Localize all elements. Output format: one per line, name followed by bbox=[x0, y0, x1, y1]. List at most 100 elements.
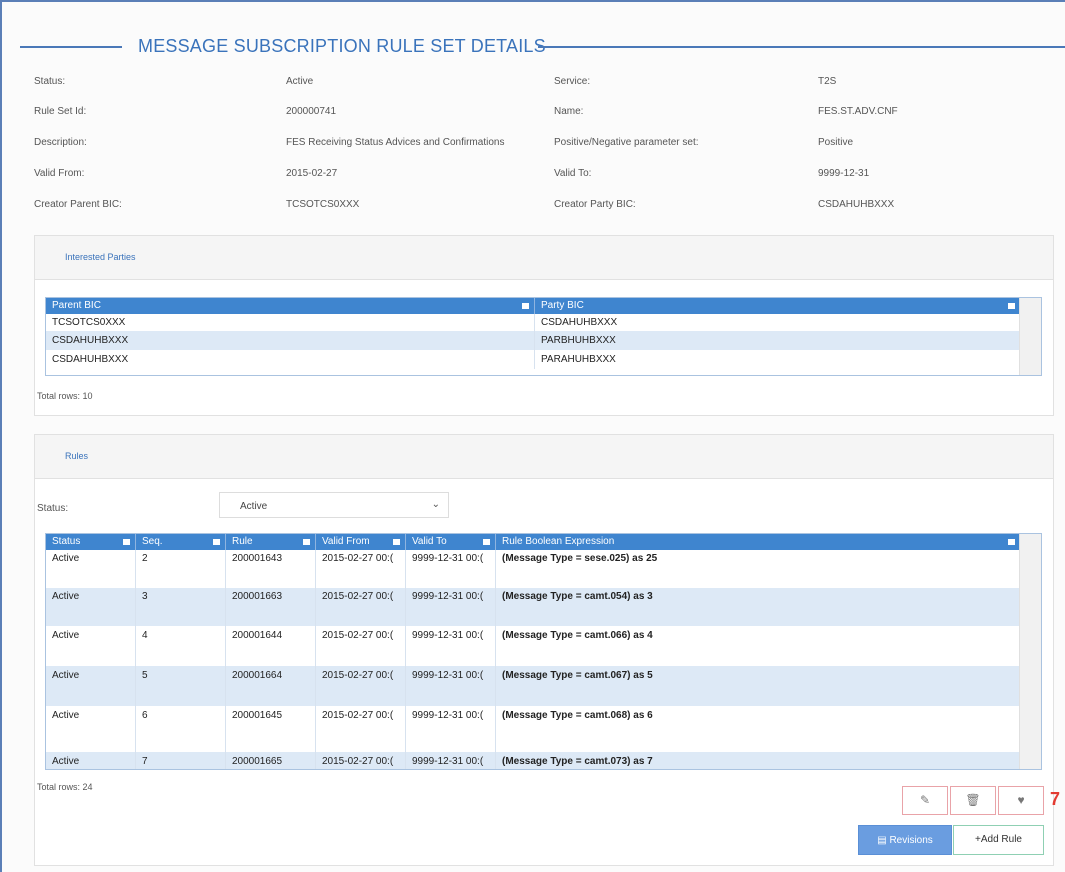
cell-seq: 4 bbox=[136, 626, 226, 666]
cell-valid-to: 9999-12-31 00:( bbox=[406, 666, 496, 706]
cell-valid-from: 2015-02-27 00:( bbox=[316, 550, 406, 588]
column-header-seq[interactable]: Seq. bbox=[136, 534, 226, 550]
cell-party-bic: PARAHUHBXXX bbox=[535, 350, 1021, 369]
column-menu-icon[interactable] bbox=[1008, 539, 1015, 545]
cell-valid-to: 9999-12-31 00:( bbox=[406, 588, 496, 626]
column-header-rule[interactable]: Rule bbox=[226, 534, 316, 550]
detail-row: Creator Parent BIC: TCSOTCS0XXX Creator … bbox=[34, 199, 1044, 215]
detail-value: CSDAHUHBXXX bbox=[818, 199, 895, 210]
table-row[interactable]: Active 6 200001645 2015-02-27 00:( 9999-… bbox=[46, 706, 1021, 752]
cell-status: Active bbox=[46, 706, 136, 752]
column-header-party-bic[interactable]: Party BIC bbox=[535, 298, 1021, 314]
table-row[interactable]: TCSOTCS0XXX CSDAHUHBXXX bbox=[46, 314, 1021, 331]
cell-rule-expression: (Message Type = camt.054) as 3 bbox=[496, 588, 1021, 626]
table-row[interactable]: Active 4 200001644 2015-02-27 00:( 9999-… bbox=[46, 626, 1021, 666]
rules-grid[interactable]: Status Seq. Rule Valid From Valid To Rul… bbox=[45, 533, 1042, 770]
revisions-button[interactable]: ▤ Revisions bbox=[858, 825, 952, 855]
detail-value: Positive bbox=[818, 137, 854, 148]
page-title-row: MESSAGE SUBSCRIPTION RULE SET DETAILS bbox=[20, 36, 1065, 58]
cell-valid-to: 9999-12-31 00:( bbox=[406, 626, 496, 666]
total-rows-label: Total rows: 24 bbox=[37, 782, 93, 792]
detail-label: Creator Party BIC: bbox=[554, 199, 636, 210]
cell-rule-expression: (Message Type = camt.073) as 7 bbox=[496, 752, 1021, 769]
delete-button[interactable]: 🗑 bbox=[950, 786, 996, 815]
detail-label: Positive/Negative parameter set: bbox=[554, 137, 699, 148]
detail-row: Rule Set Id: 200000741 Name: FES.ST.ADV.… bbox=[34, 106, 1044, 122]
cell-rule: 200001664 bbox=[226, 666, 316, 706]
cell-parent-bic: CSDAHUHBXXX bbox=[46, 331, 535, 350]
detail-label: Service: bbox=[554, 76, 591, 87]
column-label: Parent BIC bbox=[52, 300, 101, 311]
cell-seq: 7 bbox=[136, 752, 226, 769]
revisions-label: Revisions bbox=[889, 835, 933, 846]
table-row[interactable]: Active 3 200001663 2015-02-27 00:( 9999-… bbox=[46, 588, 1021, 626]
column-menu-icon[interactable] bbox=[483, 539, 490, 545]
chevron-down-icon: ⌄ bbox=[431, 499, 440, 510]
cell-rule: 200001665 bbox=[226, 752, 316, 769]
detail-label: Valid From: bbox=[34, 168, 85, 179]
title-rule-right bbox=[538, 46, 1065, 48]
column-label: Seq. bbox=[142, 536, 163, 547]
detail-row: Valid From: 2015-02-27 Valid To: 9999-12… bbox=[34, 168, 1044, 184]
cell-valid-to: 9999-12-31 00:( bbox=[406, 550, 496, 588]
tab-interested-parties[interactable]: Interested Parties bbox=[65, 252, 136, 262]
detail-value: Active bbox=[286, 76, 314, 87]
cell-rule: 200001645 bbox=[226, 706, 316, 752]
edit-button[interactable]: ✎ bbox=[902, 786, 948, 815]
vertical-scrollbar[interactable] bbox=[1019, 298, 1041, 375]
column-header-valid-to[interactable]: Valid To bbox=[406, 534, 496, 550]
table-row[interactable]: Active 7 200001665 2015-02-27 00:( 9999-… bbox=[46, 752, 1021, 769]
tab-rules[interactable]: Rules bbox=[65, 451, 88, 461]
column-menu-icon[interactable] bbox=[522, 303, 529, 309]
cell-parent-bic: TCSOTCS0XXX bbox=[46, 314, 535, 331]
column-header-valid-from[interactable]: Valid From bbox=[316, 534, 406, 550]
column-header-status[interactable]: Status bbox=[46, 534, 136, 550]
table-row[interactable]: CSDAHUHBXXX PARBHUHBXXX bbox=[46, 331, 1021, 350]
interested-parties-header: Interested Parties bbox=[35, 236, 1053, 280]
cell-valid-from: 2015-02-27 00:( bbox=[316, 752, 406, 769]
column-menu-icon[interactable] bbox=[123, 539, 130, 545]
vertical-scrollbar[interactable] bbox=[1019, 534, 1041, 769]
table-row[interactable]: Active 2 200001643 2015-02-27 00:( 9999-… bbox=[46, 550, 1021, 588]
status-filter-select[interactable]: Active ⌄ bbox=[219, 492, 449, 518]
column-header-parent-bic[interactable]: Parent BIC bbox=[46, 298, 535, 314]
heart-icon: ♥ bbox=[1017, 793, 1025, 807]
column-menu-icon[interactable] bbox=[303, 539, 310, 545]
column-label: Status bbox=[52, 536, 81, 547]
restore-button[interactable]: ♥ bbox=[998, 786, 1044, 815]
detail-label: Description: bbox=[34, 137, 87, 148]
column-label: Valid From bbox=[322, 536, 370, 547]
detail-value: FES.ST.ADV.CNF bbox=[818, 106, 898, 117]
rules-header: Rules bbox=[35, 435, 1053, 479]
detail-value: 2015-02-27 bbox=[286, 168, 338, 179]
table-row[interactable]: CSDAHUHBXXX PARAHUHBXXX bbox=[46, 350, 1021, 369]
status-filter-label: Status: bbox=[37, 503, 69, 514]
callout-number: 7 bbox=[1050, 789, 1061, 809]
detail-value: FES Receiving Status Advices and Confirm… bbox=[286, 137, 505, 148]
cell-valid-to: 9999-12-31 00:( bbox=[406, 752, 496, 769]
cell-rule-expression: (Message Type = camt.068) as 6 bbox=[496, 706, 1021, 752]
detail-value: TCSOTCS0XXX bbox=[286, 199, 360, 210]
cell-status: Active bbox=[46, 752, 136, 769]
cell-rule: 200001643 bbox=[226, 550, 316, 588]
add-rule-button[interactable]: +Add Rule bbox=[953, 825, 1044, 855]
detail-row: Status: Active Service: T2S bbox=[34, 76, 1044, 92]
column-menu-icon[interactable] bbox=[213, 539, 220, 545]
title-rule-left bbox=[20, 46, 122, 48]
table-row[interactable]: Active 5 200001664 2015-02-27 00:( 9999-… bbox=[46, 666, 1021, 706]
rules-panel: Rules Status: Active ⌄ Status Seq. Rule bbox=[34, 434, 1054, 866]
interested-parties-grid[interactable]: Parent BIC Party BIC TCSOTCS0XXX CSDAHUH… bbox=[45, 297, 1042, 376]
cell-valid-to: 9999-12-31 00:( bbox=[406, 706, 496, 752]
column-header-rule-expression[interactable]: Rule Boolean Expression bbox=[496, 534, 1021, 550]
cell-rule: 200001644 bbox=[226, 626, 316, 666]
detail-label: Creator Parent BIC: bbox=[34, 199, 122, 210]
column-menu-icon[interactable] bbox=[393, 539, 400, 545]
page-title: MESSAGE SUBSCRIPTION RULE SET DETAILS bbox=[138, 36, 546, 56]
select-value: Active bbox=[240, 501, 268, 512]
cell-seq: 6 bbox=[136, 706, 226, 752]
column-menu-icon[interactable] bbox=[1008, 303, 1015, 309]
column-label: Valid To bbox=[412, 536, 447, 547]
main-frame: MESSAGE SUBSCRIPTION RULE SET DETAILS St… bbox=[0, 0, 1065, 872]
column-label: Rule bbox=[232, 536, 253, 547]
detail-value: 9999-12-31 bbox=[818, 168, 870, 179]
